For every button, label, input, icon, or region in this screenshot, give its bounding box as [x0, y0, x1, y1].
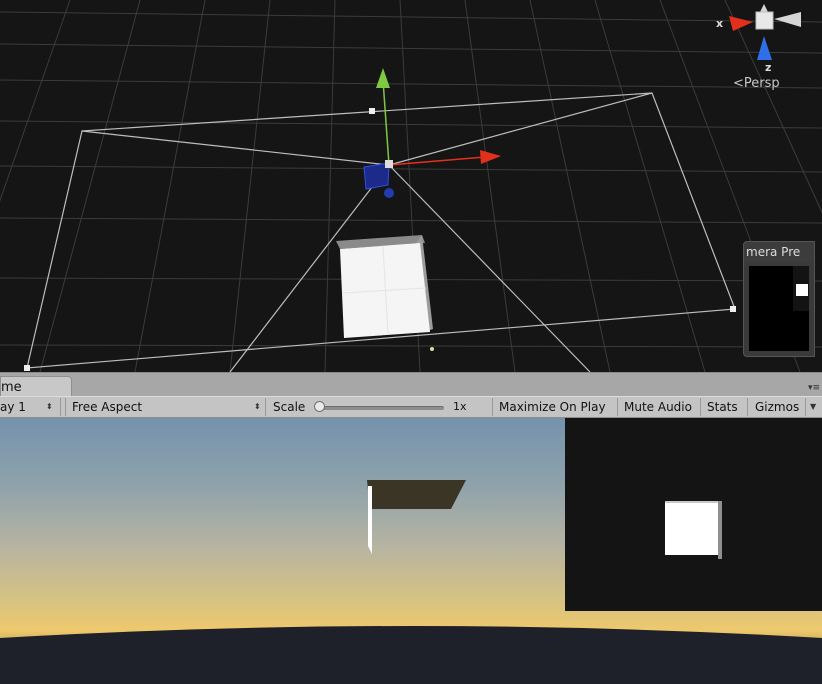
- transform-gizmo[interactable]: [363, 68, 501, 198]
- display-select-arrows-icon: ⬍: [46, 402, 53, 411]
- inset-cube-side: [718, 501, 722, 559]
- display-select[interactable]: ay 1: [0, 397, 26, 417]
- scale-slider[interactable]: [318, 406, 444, 410]
- projection-label[interactable]: <Persp: [733, 76, 780, 91]
- ground: [0, 626, 822, 684]
- game-tab-bar: me ▾≡: [0, 372, 822, 397]
- cube-edge: [368, 486, 372, 554]
- persp-arrow-icon: <: [733, 76, 744, 91]
- divider: [805, 398, 806, 416]
- inset-cube: [665, 501, 718, 555]
- scale-slider-thumb[interactable]: [314, 401, 325, 412]
- cube-object[interactable]: [336, 235, 433, 338]
- light-point[interactable]: [430, 347, 434, 351]
- camera-inset-view: [565, 418, 822, 611]
- aspect-select-arrows-icon: ⬍: [254, 402, 261, 411]
- scale-value: 1x: [453, 400, 467, 413]
- game-toolbar: ay 1 ⬍ Free Aspect ⬍ Scale 1x Maximize O…: [0, 396, 822, 418]
- divider: [700, 398, 701, 416]
- tab-game-label: me: [1, 380, 22, 395]
- divider: [747, 398, 748, 416]
- z-axis-label: z: [765, 61, 772, 74]
- tab-game[interactable]: me: [0, 376, 72, 397]
- camera-preview-title: mera Pre: [744, 242, 814, 262]
- scale-label: Scale: [273, 400, 306, 414]
- mute-audio-toggle[interactable]: Mute Audio: [624, 397, 692, 417]
- camera-preview-cube: [796, 284, 808, 296]
- game-view[interactable]: [0, 418, 822, 684]
- maximize-on-play-toggle[interactable]: Maximize On Play: [499, 397, 606, 417]
- x-axis-label: x: [716, 17, 724, 30]
- divider: [60, 398, 61, 416]
- aspect-select[interactable]: Free Aspect: [72, 397, 142, 417]
- divider: [65, 398, 66, 416]
- gizmos-toggle[interactable]: Gizmos: [755, 397, 799, 417]
- camera-preview: mera Pre: [743, 241, 815, 357]
- tab-menu-icon[interactable]: ▾≡: [808, 383, 820, 393]
- frustum-handle[interactable]: [24, 365, 30, 371]
- gizmos-dropdown-icon[interactable]: ▼: [810, 397, 816, 417]
- aspect-select-value: Free Aspect: [72, 400, 143, 414]
- camera-preview-screen: [749, 266, 809, 351]
- frustum-handle[interactable]: [730, 306, 736, 312]
- divider: [617, 398, 618, 416]
- frustum-handle[interactable]: [369, 108, 375, 114]
- divider: [492, 398, 493, 416]
- cube-top-face: [367, 480, 466, 509]
- scene-canvas[interactable]: [0, 0, 822, 372]
- stats-toggle[interactable]: Stats: [707, 397, 738, 417]
- display-select-value: ay 1: [0, 400, 26, 414]
- divider: [265, 398, 266, 416]
- scene-view[interactable]: x z <Persp mera Pre: [0, 0, 822, 372]
